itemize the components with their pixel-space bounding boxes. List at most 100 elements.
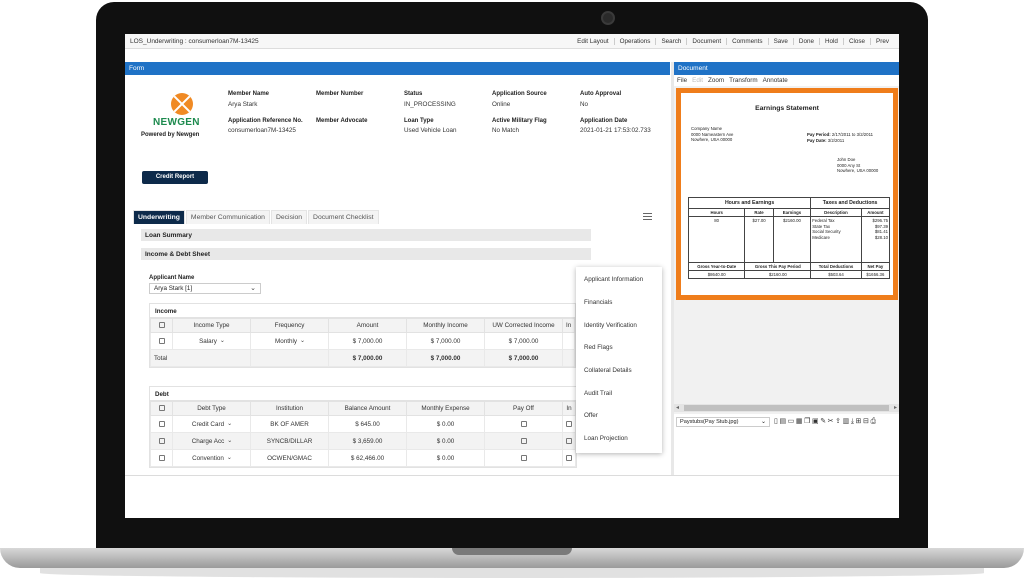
paste-icon[interactable]: ▣ [812, 417, 819, 427]
field-application-date: Application Date 2021-01-21 17:53:02.733 [580, 118, 668, 135]
payoff-checkbox[interactable] [520, 437, 527, 444]
row-select[interactable] [150, 332, 173, 350]
menu-done[interactable]: Done [792, 37, 819, 45]
institution-cell: SYNCB/DILLAR [250, 432, 329, 450]
menu-item-financials[interactable]: Financials [576, 292, 662, 315]
printer-icon[interactable]: ⎙ [870, 417, 876, 427]
frequency-cell[interactable]: Monthly ⌄ [250, 332, 329, 350]
tab-decision[interactable]: Decision [270, 210, 308, 224]
column-header: In [562, 401, 576, 416]
column-header: In [561, 318, 576, 333]
hamburger-menu-icon[interactable] [643, 213, 652, 220]
export-icon[interactable]: ⇪ [835, 417, 841, 427]
include-checkbox[interactable] [566, 420, 572, 427]
debt-type-cell[interactable]: Credit Card ⌄ [172, 415, 251, 433]
file-icon[interactable]: ▯ [774, 417, 778, 427]
menu-document[interactable]: Document [686, 37, 726, 45]
copy-icon[interactable]: ❐ [804, 417, 810, 427]
scroll-left-icon[interactable]: ◂ [676, 404, 679, 411]
doc-menu-zoom[interactable]: Zoom [708, 77, 724, 84]
scroll-right-icon[interactable]: ▸ [894, 404, 897, 411]
menu-save[interactable]: Save [767, 37, 793, 45]
payoff-checkbox[interactable] [520, 420, 527, 427]
laptop-notch [452, 548, 572, 555]
download-icon[interactable]: ⤓ [851, 417, 854, 427]
document-select[interactable]: Paystubs(Pay Stub.jpg) ⌄ [676, 417, 770, 427]
payoff-cell[interactable] [484, 449, 563, 467]
field-label: Application Source [492, 91, 547, 97]
deduction-item: Medicare [812, 234, 830, 240]
menu-item-red-flags[interactable]: Red Flags [576, 337, 662, 360]
payoff-checkbox[interactable] [520, 454, 527, 461]
row-select[interactable] [150, 415, 173, 433]
debt-type-cell[interactable]: Charge Acc ⌄ [172, 432, 251, 450]
include-checkbox[interactable] [566, 454, 572, 461]
menu-item-applicant-information[interactable]: Applicant Information [576, 269, 662, 292]
include-cell[interactable] [562, 432, 576, 450]
checkbox[interactable] [158, 454, 165, 461]
stamp-icon[interactable]: ▥ [843, 417, 850, 427]
income-type-cell[interactable]: Salary ⌄ [172, 332, 251, 350]
applicant-name-select[interactable]: Arya Stark [1] ⌄ [149, 283, 261, 294]
include-cell[interactable] [562, 415, 576, 433]
credit-report-button[interactable]: Credit Report [142, 171, 208, 184]
tab-member-communication[interactable]: Member Communication [185, 210, 270, 224]
field-value: consumerloan7M-13425 [228, 127, 296, 134]
app-screen: LOS_Underwriting : consumerloan7M-13425 … [125, 34, 899, 518]
document-horizontal-scrollbar[interactable]: ◂ ▸ [674, 404, 899, 412]
cart-add-icon[interactable]: ⊟ [863, 417, 869, 427]
field-status: Status IN_PROCESSING [404, 91, 492, 108]
pay-period-block: Pay Period: 2/17/2011 to 3/2/2011 Pay Da… [807, 132, 873, 144]
checkbox[interactable] [158, 322, 165, 329]
column-select-all[interactable] [150, 318, 173, 333]
payoff-cell[interactable] [484, 415, 563, 433]
include-cell[interactable] [562, 449, 576, 467]
menu-hold[interactable]: Hold [818, 37, 843, 45]
column-select-all[interactable] [150, 401, 173, 416]
field-label: Status [404, 91, 423, 97]
section-loan-summary[interactable]: Loan Summary [141, 229, 591, 241]
scrollbar-thumb[interactable] [684, 405, 889, 411]
checkbox[interactable] [158, 337, 165, 344]
menu-item-offer[interactable]: Offer [576, 405, 662, 428]
menu-prev[interactable]: Prev [870, 37, 894, 45]
menu-close[interactable]: Close [842, 37, 870, 45]
payoff-cell[interactable] [484, 432, 563, 450]
uw-corrected-cell[interactable]: $ 7,000.00 [484, 332, 563, 350]
debt-type-cell[interactable]: Convention ⌄ [172, 449, 251, 467]
checkbox[interactable] [158, 405, 165, 412]
ytd-col: Total Deductions [810, 262, 862, 271]
amount-cell[interactable]: $ 7,000.00 [328, 332, 407, 350]
form-panel: NEWGEN Powered by Newgen Member Name Arya… [125, 75, 670, 475]
doc-menu-file[interactable]: File [677, 77, 687, 84]
doc-menu-edit[interactable]: Edit [692, 77, 703, 84]
deduction-amounts: $296.75 $97.39 $81.41 $28.10 [860, 216, 891, 263]
column-header: Frequency [250, 318, 329, 333]
checkbox[interactable] [158, 420, 165, 427]
menu-item-loan-projection[interactable]: Loan Projection [576, 428, 662, 451]
menu-item-identity-verification[interactable]: Identity Verification [576, 314, 662, 337]
menu-edit-layout[interactable]: Edit Layout [572, 38, 614, 45]
checkbox[interactable] [158, 437, 165, 444]
row-select[interactable] [150, 449, 173, 467]
include-checkbox[interactable] [566, 437, 572, 444]
tab-document-checklist[interactable]: Document Checklist [308, 210, 379, 224]
cart-icon[interactable]: ⊞ [856, 417, 862, 427]
scan-icon[interactable]: ▦ [796, 417, 803, 427]
menu-comments[interactable]: Comments [726, 37, 767, 45]
menu-search[interactable]: Search [655, 37, 686, 45]
menu-operations[interactable]: Operations [613, 37, 656, 45]
tab-underwriting[interactable]: Underwriting [133, 210, 185, 224]
section-income-debt-sheet[interactable]: Income & Debt Sheet [141, 248, 591, 260]
doc-menu-annotate[interactable]: Annotate [763, 77, 788, 84]
menu-item-audit-trail[interactable]: Audit Trail [576, 382, 662, 405]
row-select[interactable] [150, 432, 173, 450]
debt-type-value: Convention [192, 454, 224, 462]
print-icon[interactable]: ▭ [788, 417, 795, 427]
save-icon[interactable]: ▤ [779, 417, 786, 427]
doc-menu-transform[interactable]: Transform [729, 77, 757, 84]
cut-icon[interactable]: ✂ [828, 417, 834, 427]
form-tabs: Underwriting Member Communication Decisi… [133, 210, 380, 224]
menu-item-collateral-details[interactable]: Collateral Details [576, 360, 662, 383]
tools-icon[interactable]: ✎ [820, 417, 826, 427]
